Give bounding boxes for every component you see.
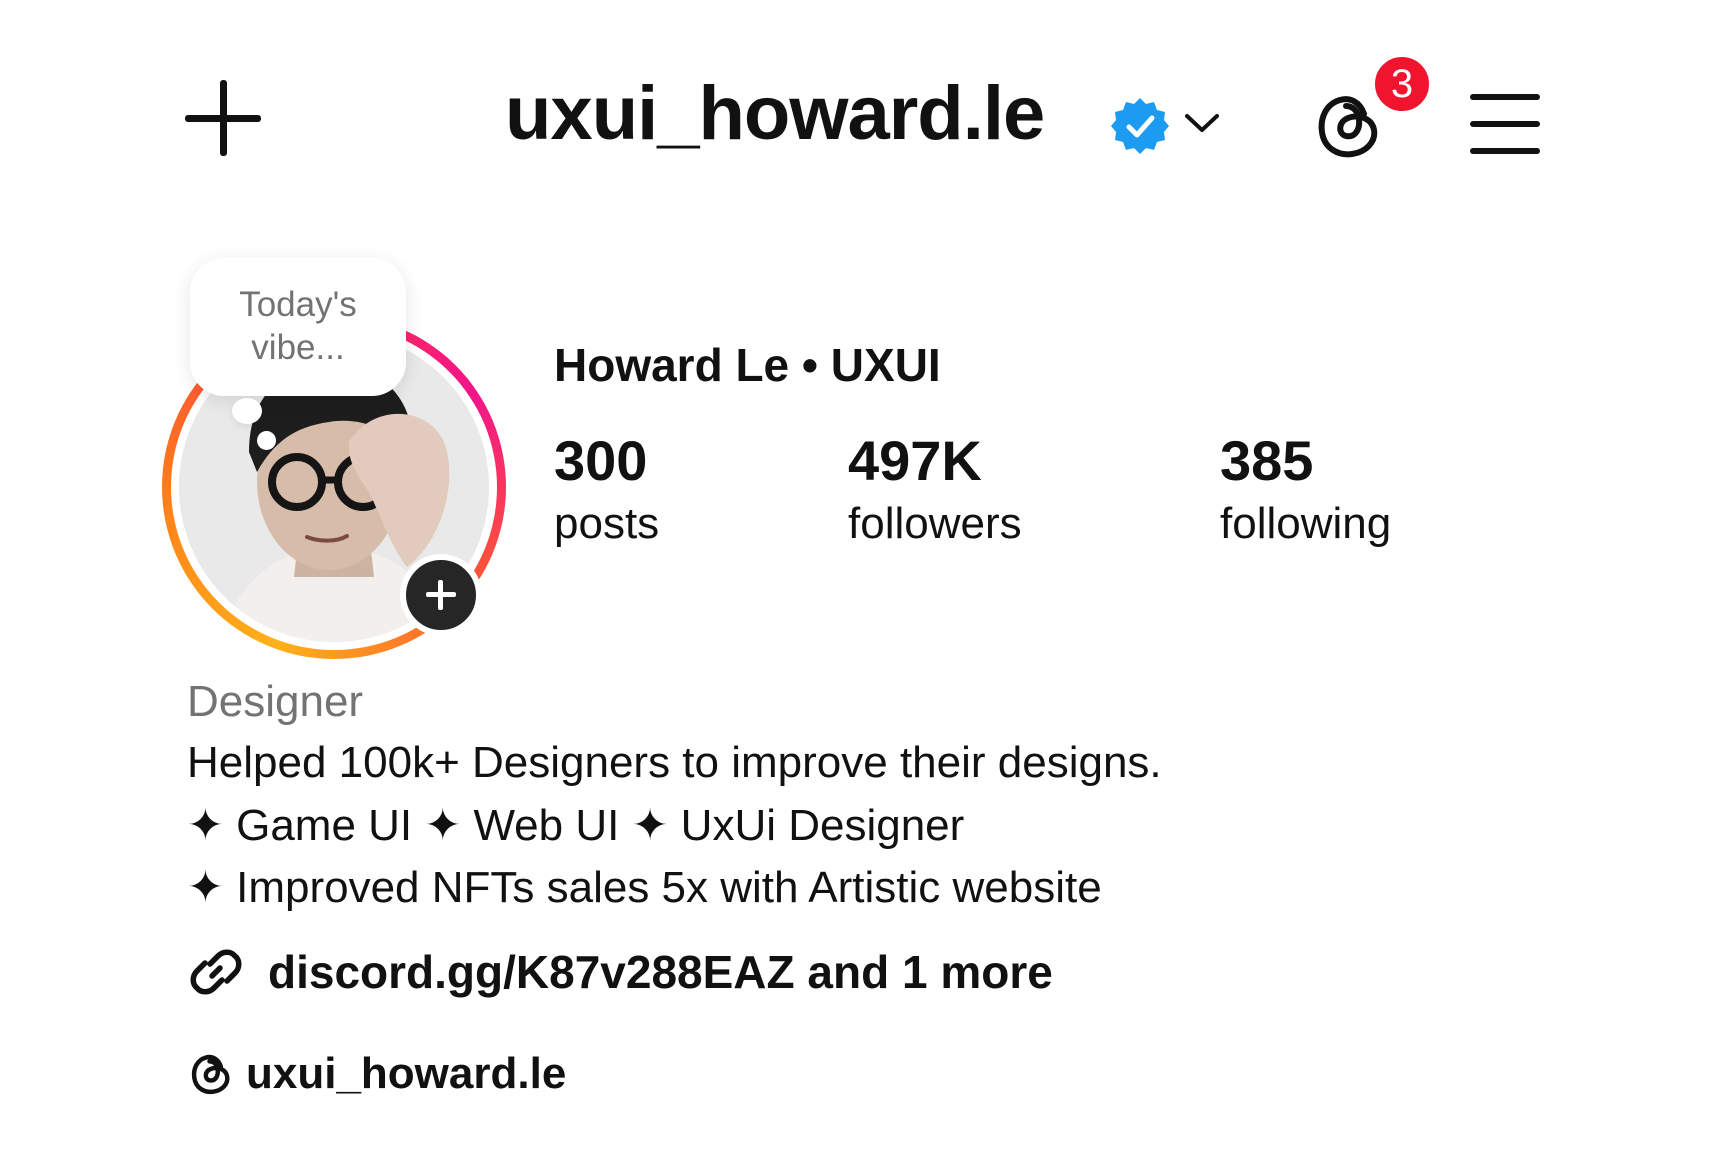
bio-line: Helped 100k+ Designers to improve their … [187, 738, 1162, 787]
stat-label: following [1220, 499, 1392, 548]
stat-value: 497K [848, 429, 982, 492]
stat-posts[interactable]: 300 posts [554, 433, 659, 552]
stat-following[interactable]: 385 following [1220, 433, 1391, 552]
display-name: Howard Le • UXUI [554, 339, 941, 391]
stat-label: followers [848, 499, 1022, 548]
stat-value: 385 [1220, 429, 1314, 492]
bio-line: ✦ Game UI ✦ Web UI ✦ UxUi Designer [187, 801, 965, 850]
profile-category: Designer [187, 677, 364, 726]
note-bubble[interactable]: Today's vibe... [190, 258, 406, 396]
username-title[interactable]: uxui_howard.le [505, 76, 1045, 152]
chevron-down-icon[interactable] [1182, 108, 1222, 138]
stat-followers[interactable]: 497K followers [848, 433, 1022, 552]
create-plus-icon[interactable] [185, 80, 261, 156]
link-text: discord.gg/K87v288EAZ and 1 more [268, 946, 1053, 998]
hamburger-menu-icon[interactable] [1470, 94, 1540, 154]
note-line-2: vibe... [251, 328, 345, 367]
threads-profile-link[interactable]: uxui_howard.le [188, 1046, 566, 1102]
note-bubble-tail-dot [257, 431, 276, 450]
note-bubble-tail [232, 398, 262, 424]
stat-value: 300 [554, 429, 648, 492]
stat-label: posts [554, 499, 660, 548]
notification-badge: 3 [1372, 54, 1432, 114]
note-line-1: Today's [239, 285, 357, 325]
add-story-icon[interactable] [400, 554, 482, 636]
bio-line: ✦ Improved NFTs sales 5x with Artistic w… [187, 863, 1102, 912]
link-icon [190, 949, 242, 995]
verified-badge-icon [1111, 98, 1169, 154]
external-link[interactable]: discord.gg/K87v288EAZ and 1 more [186, 940, 1053, 1004]
threads-handle: uxui_howard.le [246, 1049, 567, 1098]
threads-icon [191, 1054, 230, 1095]
